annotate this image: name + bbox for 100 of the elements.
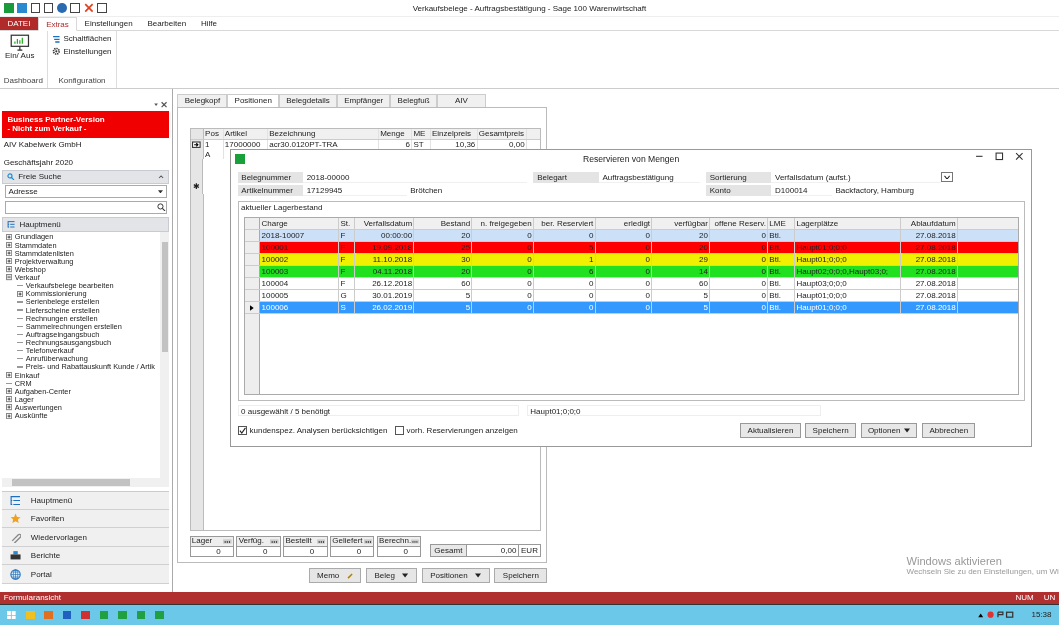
app-icon[interactable] — [3, 3, 14, 14]
back-icon[interactable] — [70, 3, 80, 13]
more-icon[interactable] — [316, 538, 326, 544]
document-tab[interactable]: Belegkopf — [177, 93, 228, 108]
column-header[interactable]: n. freigegeben — [472, 217, 534, 229]
column-header[interactable]: Ablaufdatum — [901, 217, 958, 229]
document-tab[interactable]: Empfänger — [336, 93, 391, 108]
nav-button[interactable]: Portal — [2, 565, 170, 584]
expand-box-icon[interactable] — [17, 290, 24, 297]
tree-item[interactable]: Auswertungen — [14, 403, 62, 413]
collapse-box-icon[interactable] — [6, 274, 13, 281]
column-header[interactable]: Pos — [203, 128, 224, 139]
more-icon[interactable] — [363, 538, 373, 544]
panel-header[interactable]: Freie Suche — [2, 169, 170, 184]
expand-box-icon[interactable] — [6, 412, 13, 419]
tree-item[interactable]: Stammdaten — [14, 240, 57, 250]
dashboard-toggle-button[interactable]: Ein/ Aus — [3, 33, 36, 62]
dialog-button[interactable]: Aktualisieren — [740, 423, 801, 438]
action-button[interactable]: Positionen — [421, 568, 490, 583]
column-header[interactable]: Einzelpreis — [430, 128, 478, 139]
action-button[interactable]: Speichern — [494, 568, 548, 583]
tree-item[interactable]: Lieferscheine erstellen — [25, 305, 100, 315]
document-tab[interactable]: Belegfuß — [390, 93, 437, 108]
tree-item[interactable]: Aufgaben-Center — [14, 386, 71, 396]
tree-item[interactable]: Kommissionierung — [25, 289, 87, 299]
category-dropdown[interactable]: Adresse — [4, 185, 167, 199]
tree-item[interactable]: Verkauf — [14, 273, 40, 283]
expand-box-icon[interactable] — [6, 396, 13, 403]
expand-box-icon[interactable] — [6, 266, 13, 273]
column-header[interactable]: offene Reserv. — [710, 217, 769, 229]
scrollbar[interactable] — [2, 478, 170, 487]
column-header[interactable]: Lagerplätze — [795, 217, 902, 229]
checkbox[interactable] — [394, 425, 405, 436]
panel-header[interactable]: Hauptmenü — [2, 217, 170, 232]
more-icon[interactable] — [411, 538, 420, 544]
expand-box-icon[interactable] — [6, 258, 13, 265]
phone-icon[interactable] — [56, 3, 67, 14]
checkbox-label[interactable]: kundenspez. Analysen berücksichtigen — [249, 426, 388, 436]
column-header[interactable]: Gesamtpreis — [477, 128, 527, 139]
tree-item[interactable]: Verkaufsbelege bearbeiten — [25, 281, 114, 291]
ribbon-tab[interactable]: DATEI — [0, 17, 38, 30]
maximize-icon[interactable] — [995, 151, 1004, 161]
dialog-button[interactable]: Optionen — [860, 423, 918, 438]
column-header[interactable]: Artikel — [223, 128, 268, 139]
search-icon[interactable] — [157, 202, 166, 212]
dialog-button[interactable]: Speichern — [805, 423, 856, 438]
new-row-marker[interactable]: ✱ — [190, 159, 203, 194]
tree-item[interactable]: Auskünfte — [14, 411, 48, 421]
tray-icons-drawing[interactable] — [977, 611, 1015, 619]
grid-icon[interactable] — [97, 3, 107, 13]
field-value[interactable]: Verfallsdatum (aufst.) — [771, 171, 941, 183]
tree-item[interactable]: Grundlagen — [14, 232, 54, 242]
column-header[interactable]: St. — [339, 217, 356, 229]
tree-item[interactable]: Stammdatenlisten — [14, 248, 74, 258]
checkbox[interactable] — [237, 425, 248, 436]
expand-box-icon[interactable] — [6, 250, 13, 257]
column-header[interactable]: LME — [768, 217, 796, 229]
tree-item[interactable]: Rechnungsausgangsbuch — [25, 338, 112, 348]
expand-box-icon[interactable] — [6, 233, 13, 240]
tree-item[interactable]: Preis- und Rabattauskunft Kunde / Artik — [25, 362, 155, 372]
expand-box-icon[interactable] — [6, 388, 13, 395]
ribbon-button[interactable]: Schaltflächen — [51, 33, 113, 45]
table-row[interactable]: 100004 F 26.12.2018 60 0 0 0 60 0 Btl. Haupt03;0;0;0 27.08.2018 — [244, 278, 1018, 291]
pin-close-icon[interactable] — [153, 101, 168, 109]
column-header[interactable]: Charge — [260, 217, 340, 229]
tree-item[interactable]: Projektverwaltung — [14, 256, 74, 266]
table-row[interactable]: 100005 G 30.01.2019 5 0 0 0 5 0 Btl. Haupt01;0;0;0 27.08.2018 — [244, 290, 1018, 303]
more-icon[interactable] — [223, 538, 232, 544]
expand-box-icon[interactable] — [6, 404, 13, 411]
nav-button[interactable]: Wiedervorlagen — [2, 528, 170, 547]
dialog-button[interactable]: Abbrechen — [922, 423, 976, 438]
table-row[interactable]: 100003 F 04.11.2018 20 0 6 0 14 0 Btl. Haupt02;0;0;0,Haupt03;0; 27.08.2018 — [244, 266, 1018, 279]
column-header[interactable]: erledigt — [595, 217, 653, 229]
column-header[interactable]: ME — [412, 128, 431, 139]
document-tab[interactable]: AIV — [436, 93, 487, 108]
row-header[interactable] — [190, 139, 204, 150]
document-tab[interactable]: Positionen — [227, 93, 280, 108]
action-button[interactable]: Beleg — [366, 568, 417, 583]
tree-item[interactable]: Anrufüberwachung — [25, 354, 88, 364]
expand-box-icon[interactable] — [6, 372, 13, 379]
more-icon[interactable] — [269, 538, 279, 544]
action-button[interactable]: Memo — [308, 568, 362, 583]
calculator-icon[interactable] — [30, 3, 41, 13]
tree-item[interactable]: CRM — [14, 378, 32, 388]
close-icon[interactable] — [1014, 151, 1024, 161]
tree-item[interactable]: Telefonverkauf — [25, 346, 74, 356]
ribbon-button[interactable]: Einstellungen — [51, 45, 113, 58]
column-header[interactable]: Bestand — [414, 217, 473, 229]
tree-item[interactable]: Einkauf — [14, 370, 40, 380]
dropdown-button[interactable] — [940, 171, 953, 183]
checkbox-label[interactable]: vorh. Reservierungen anzeigen — [406, 426, 518, 436]
ribbon-tab[interactable]: Extras — [37, 17, 78, 31]
tree-item[interactable]: Rechnungen erstellen — [25, 313, 98, 323]
column-header[interactable]: verfügbar — [652, 217, 711, 229]
scrollbar[interactable] — [160, 231, 170, 479]
column-header[interactable]: ber. Reserviert — [533, 217, 596, 229]
expand-box-icon[interactable] — [6, 242, 13, 249]
tree-item[interactable]: Serienbelege erstellen — [25, 297, 100, 307]
calendar-icon[interactable] — [43, 3, 54, 13]
column-header[interactable]: Bezeichnung — [268, 128, 379, 139]
